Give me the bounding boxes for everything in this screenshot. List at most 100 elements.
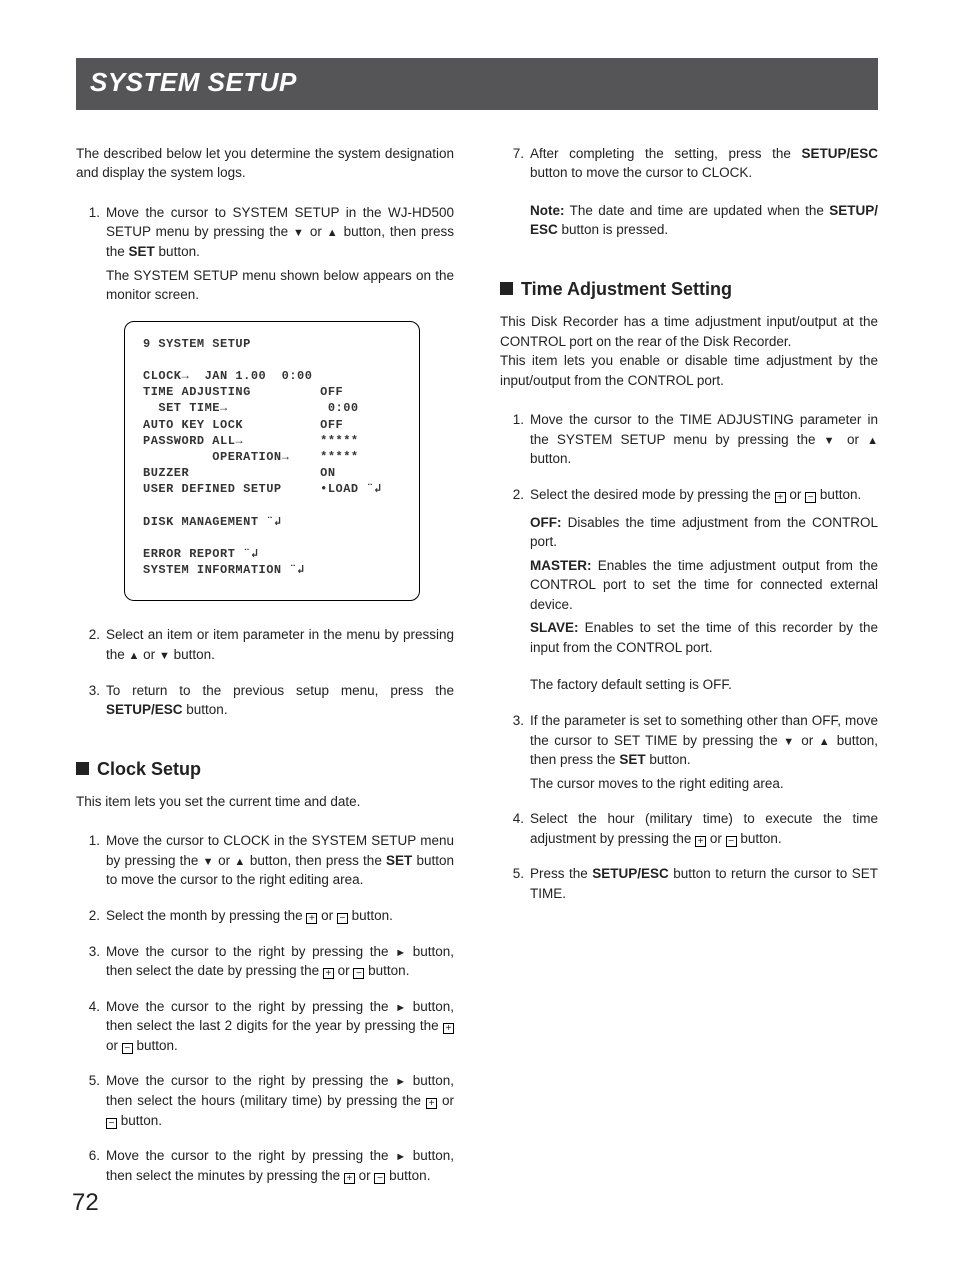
text: or (839, 432, 867, 447)
text: Select the month by pressing the (106, 908, 306, 923)
up-triangle-icon: ▲ (327, 227, 339, 239)
time-step-3: 3. If the parameter is set to something … (500, 711, 878, 793)
right-triangle-icon: ► (395, 1002, 406, 1014)
set-button-ref: SET (129, 244, 155, 259)
time-step-5: 5. Press the SETUP/ESC button to return … (500, 864, 878, 903)
right-triangle-icon: ► (395, 1151, 406, 1163)
clock-step-6: 6. Move the cursor to the right by press… (76, 1146, 454, 1185)
text: Move the cursor to the right by pressing… (106, 1073, 395, 1088)
two-column-layout: The described below let you determine th… (76, 144, 878, 1202)
time-intro-2: This item lets you enable or disable tim… (500, 351, 878, 390)
clock-step-2: 2. Select the month by pressing the + or… (76, 906, 454, 926)
page: SYSTEM SETUP The described below let you… (0, 0, 954, 1263)
setup-esc-ref: SETUP/ESC (801, 146, 878, 161)
system-setup-steps-cont: 2. Select an item or item parameter in t… (76, 625, 454, 719)
setup-esc-ref: SETUP/ESC (106, 702, 183, 717)
set-button-ref: SET (619, 752, 645, 767)
time-step-2: 2. Select the desired mode by pressing t… (500, 485, 878, 695)
step-7: 7. After completing the setting, press t… (500, 144, 878, 240)
text: To return to the previous setup menu, pr… (106, 683, 454, 698)
minus-icon: − (374, 1173, 385, 1184)
def-master: MASTER: Enables the time adjustment outp… (530, 556, 878, 615)
text: After completing the setting, press the (530, 146, 801, 161)
step-2: 2. Select an item or item parameter in t… (76, 625, 454, 664)
plus-icon: + (344, 1173, 355, 1184)
note-label: Note: (530, 203, 565, 218)
down-triangle-icon: ▼ (293, 227, 305, 239)
up-triangle-icon: ▲ (819, 736, 832, 748)
text: or (437, 1093, 454, 1108)
plus-icon: + (775, 492, 786, 503)
text: Move the cursor to the right by pressing… (106, 1148, 395, 1163)
def-key: MASTER: (530, 558, 592, 573)
text: button is pressed. (558, 222, 668, 237)
down-triangle-icon: ▼ (824, 435, 839, 447)
text: button, then press the (246, 853, 386, 868)
clock-step-4: 4. Move the cursor to the right by press… (76, 997, 454, 1056)
step-number: 1. (500, 410, 526, 469)
page-number: 72 (72, 1186, 99, 1221)
text: button. (646, 752, 691, 767)
mode-definitions: OFF: Disables the time adjustment from t… (530, 513, 878, 658)
text: button. (364, 963, 409, 978)
time-adjustment-heading: Time Adjustment Setting (500, 276, 878, 302)
down-triangle-icon: ▼ (203, 856, 214, 868)
text: button. (816, 487, 861, 502)
text: The date and time are updated when the (565, 203, 830, 218)
right-top-steps: 7. After completing the setting, press t… (500, 144, 878, 240)
factory-default: The factory default setting is OFF. (530, 675, 878, 695)
def-off: OFF: Disables the time adjustment from t… (530, 513, 878, 552)
clock-setup-steps: 1. Move the cursor to CLOCK in the SYSTE… (76, 831, 454, 1185)
def-key: SLAVE: (530, 620, 579, 635)
step-number: 7. (500, 144, 526, 240)
minus-icon: − (805, 492, 816, 503)
step-number: 3. (76, 681, 102, 720)
step-number: 2. (76, 625, 102, 664)
text: button. (117, 1113, 162, 1128)
time-step-1: 1. Move the cursor to the TIME ADJUSTING… (500, 410, 878, 469)
down-triangle-icon: ▼ (783, 736, 796, 748)
set-button-ref: SET (386, 853, 412, 868)
step-number: 4. (76, 997, 102, 1056)
step-number: 6. (76, 1146, 102, 1185)
text: Move the cursor to the right by pressing… (106, 999, 395, 1014)
text: Move the cursor to the right by pressing… (106, 944, 395, 959)
note: Note: The date and time are updated when… (530, 201, 878, 240)
text: button. (385, 1168, 430, 1183)
def-val: Enables to set the time of this recorder… (530, 620, 878, 655)
step-number: 2. (76, 906, 102, 926)
time-step-4: 4. Select the hour (military time) to ex… (500, 809, 878, 848)
minus-icon: − (726, 836, 737, 847)
plus-icon: + (443, 1023, 454, 1034)
right-column: 7. After completing the setting, press t… (500, 144, 878, 1202)
text: button. (737, 831, 782, 846)
right-triangle-icon: ► (395, 1076, 406, 1088)
text: or (334, 963, 354, 978)
up-triangle-icon: ▲ (129, 650, 140, 662)
up-triangle-icon: ▲ (867, 435, 878, 447)
left-column: The described below let you determine th… (76, 144, 454, 1202)
time-adjustment-steps: 1. Move the cursor to the TIME ADJUSTING… (500, 410, 878, 903)
right-triangle-icon: ► (395, 947, 406, 959)
def-key: OFF: (530, 515, 562, 530)
text: button. (183, 702, 228, 717)
clock-step-1: 1. Move the cursor to CLOCK in the SYSTE… (76, 831, 454, 890)
minus-icon: − (122, 1043, 133, 1054)
system-setup-steps: 1. Move the cursor to SYSTEM SETUP in th… (76, 203, 454, 305)
plus-icon: + (306, 913, 317, 924)
text: or (106, 1038, 122, 1053)
square-bullet-icon (500, 282, 513, 295)
heading-text: Clock Setup (97, 756, 201, 782)
step-number: 3. (500, 711, 526, 793)
heading-text: Time Adjustment Setting (521, 276, 732, 302)
step-number: 4. (500, 809, 526, 848)
minus-icon: − (337, 913, 348, 924)
intro-paragraph: The described below let you determine th… (76, 144, 454, 183)
step-number: 3. (76, 942, 102, 981)
setup-esc-ref: SETUP/ESC (592, 866, 669, 881)
text: button. (530, 451, 571, 466)
text: button. (348, 908, 393, 923)
text: or (355, 1168, 375, 1183)
def-slave: SLAVE: Enables to set the time of this r… (530, 618, 878, 657)
step-subtext: The SYSTEM SETUP menu shown below appear… (106, 266, 454, 305)
